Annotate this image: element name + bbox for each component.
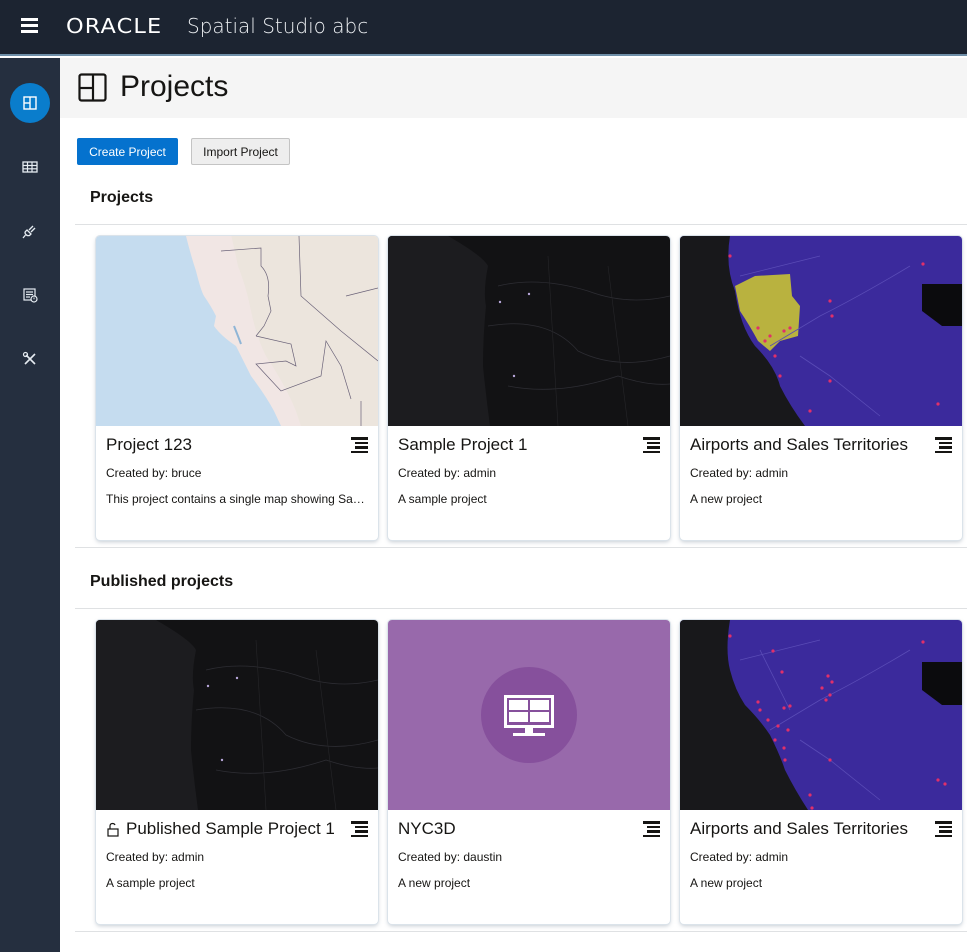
project-title[interactable]: Airports and Sales Territories <box>690 435 908 455</box>
project-thumbnail <box>388 236 670 426</box>
sidebar-item-connections[interactable] <box>10 211 50 251</box>
oracle-logo: ORACLE <box>66 14 163 38</box>
project-description: This project contains a single map showi… <box>106 492 368 506</box>
project-title[interactable]: NYC3D <box>398 819 456 839</box>
project-thumbnail <box>96 620 378 810</box>
purple-airports-map-image <box>680 620 962 810</box>
brand: ORACLE Spatial Studio abc <box>66 14 368 38</box>
dark-basemap-image <box>96 620 378 810</box>
sidebar-item-datasets[interactable] <box>10 147 50 187</box>
card-menu-icon[interactable] <box>643 821 660 837</box>
card-menu-icon[interactable] <box>351 821 368 837</box>
card-menu-icon[interactable] <box>351 437 368 453</box>
divider <box>75 608 967 609</box>
top-bar: ORACLE Spatial Studio abc <box>0 0 967 56</box>
plug-icon <box>22 225 36 239</box>
project-title[interactable]: Sample Project 1 <box>398 435 527 455</box>
section-title-published: Published projects <box>90 573 234 590</box>
project-creator: Created by: bruce <box>106 466 202 480</box>
published-project-card[interactable]: NYC3D Created by: daustin A new project <box>388 620 670 924</box>
create-project-button[interactable]: Create Project <box>77 138 178 165</box>
table-icon <box>22 161 38 173</box>
hamburger-menu-icon[interactable] <box>21 18 38 34</box>
divider <box>75 224 967 225</box>
divider <box>75 931 967 932</box>
purple-territories-map-image <box>680 236 962 426</box>
project-title[interactable]: Project 123 <box>106 435 192 455</box>
project-creator: Created by: admin <box>106 850 205 864</box>
card-menu-icon[interactable] <box>935 437 952 453</box>
light-basemap-image <box>96 236 378 426</box>
published-project-card[interactable]: Airports and Sales Territories Created b… <box>680 620 962 924</box>
project-creator: Created by: admin <box>690 466 789 480</box>
divider <box>75 547 967 548</box>
project-title[interactable]: Airports and Sales Territories <box>690 819 908 839</box>
list-clock-icon <box>23 288 38 303</box>
project-description: A sample project <box>398 492 487 506</box>
project-description: A new project <box>690 876 763 890</box>
project-card[interactable]: Sample Project 1 Created by: admin A sam… <box>388 236 670 540</box>
project-thumbnail <box>680 236 962 426</box>
project-creator: Created by: daustin <box>398 850 503 864</box>
project-thumbnail <box>388 620 670 810</box>
project-description: A new project <box>398 876 471 890</box>
project-description: A new project <box>690 492 763 506</box>
monitor-placeholder-image <box>481 667 577 763</box>
project-thumbnail <box>680 620 962 810</box>
project-card[interactable]: Project 123 Created by: bruce This proje… <box>96 236 378 540</box>
project-title[interactable]: Published Sample Project 1 <box>106 819 335 839</box>
page-header: Projects <box>60 58 967 118</box>
sidebar-item-jobs[interactable] <box>10 275 50 315</box>
section-title-projects: Projects <box>90 189 154 206</box>
card-menu-icon[interactable] <box>643 437 660 453</box>
project-creator: Created by: admin <box>690 850 789 864</box>
import-project-button[interactable]: Import Project <box>191 138 290 165</box>
project-thumbnail <box>96 236 378 426</box>
product-name: Spatial Studio abc <box>187 14 369 38</box>
sidebar <box>0 58 60 952</box>
published-project-card[interactable]: Published Sample Project 1 Created by: a… <box>96 620 378 924</box>
projects-icon <box>78 73 107 102</box>
dark-basemap-image <box>388 236 670 426</box>
tools-icon <box>22 351 36 365</box>
projects-icon <box>23 96 37 110</box>
unlock-icon <box>107 822 119 837</box>
project-title-text: Published Sample Project 1 <box>126 819 335 838</box>
page-title: Projects <box>120 70 229 103</box>
sidebar-item-administration[interactable] <box>10 339 50 379</box>
sidebar-item-projects[interactable] <box>10 83 50 123</box>
project-creator: Created by: admin <box>398 466 497 480</box>
project-description: A sample project <box>106 876 195 890</box>
card-menu-icon[interactable] <box>935 821 952 837</box>
project-card[interactable]: Airports and Sales Territories Created b… <box>680 236 962 540</box>
